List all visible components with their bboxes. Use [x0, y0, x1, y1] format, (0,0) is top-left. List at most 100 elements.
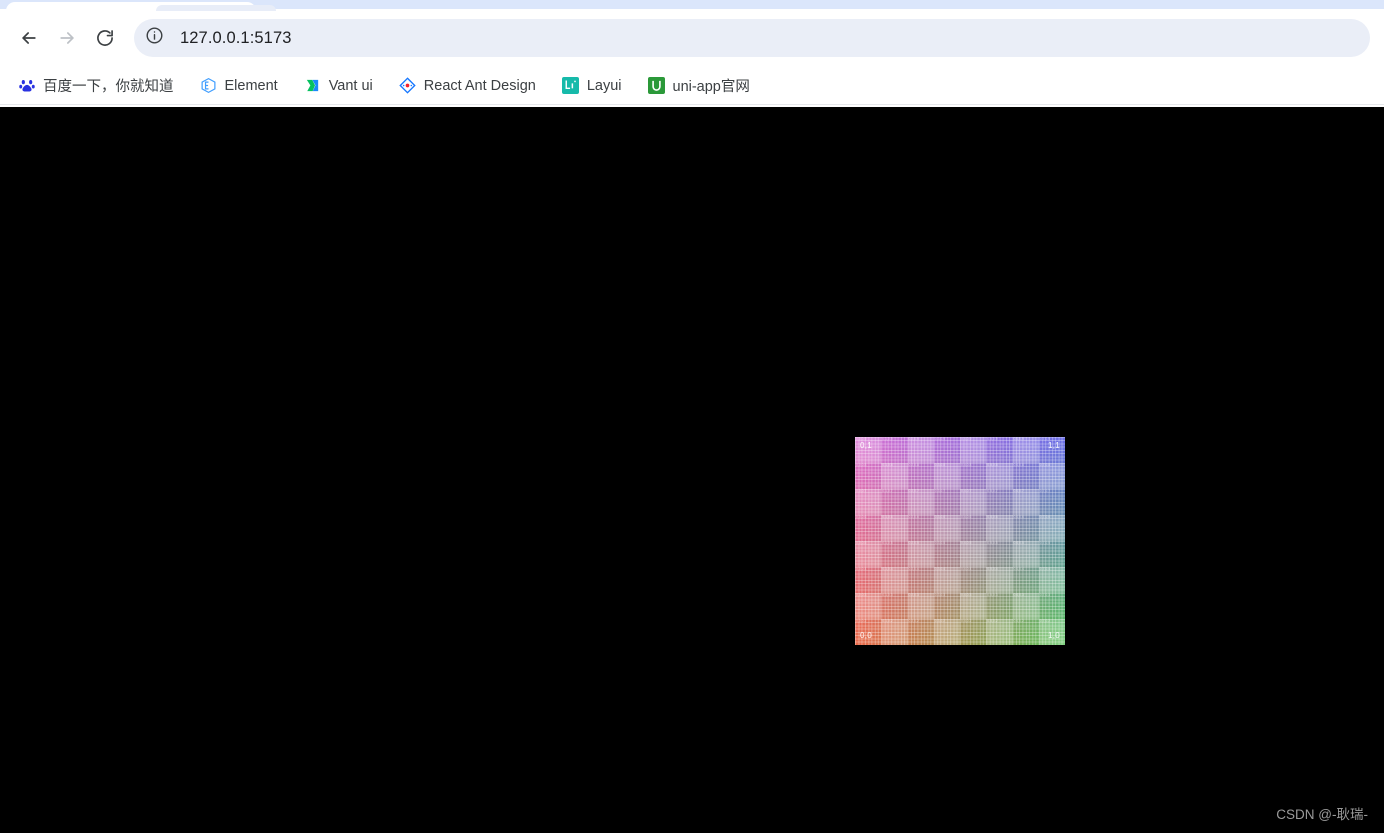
uv-cell-label: 0.5,0.7: [987, 489, 998, 493]
bookmark-element[interactable]: Element: [192, 73, 286, 98]
forward-button[interactable]: [48, 19, 86, 57]
uv-cell-label: 0.1,0.4: [882, 567, 893, 571]
uv-cell-label: 0.0,0.6: [856, 515, 867, 519]
uv-cell-label: 0.5,0.6: [987, 515, 998, 519]
uv-cell-label: 0.6,0.6: [1013, 515, 1024, 519]
uv-corner-label-top-right: 1,1: [1047, 441, 1060, 450]
tab-strip: [0, 0, 1384, 11]
bookmark-label: Layui: [586, 77, 622, 94]
uv-cell-label: 0.2,0.6: [908, 515, 919, 519]
bookmark-label: uni-app官网: [672, 79, 750, 95]
bookmark-baidu[interactable]: 百度一下，你就知道: [10, 71, 182, 100]
uv-cell-label: 0.4,0.3: [961, 593, 972, 597]
uv-cell-label: 0.1,0.9: [882, 437, 893, 441]
bookmark-uni-app[interactable]: uni-app官网: [640, 71, 758, 100]
uv-cell-label: 0.1,0.7: [882, 489, 893, 493]
uv-cell-label: 0.6,0.3: [1013, 593, 1024, 597]
uv-cell-label: 0.0,0.4: [856, 567, 867, 571]
uv-cell-label: 0.0,0.7: [856, 489, 867, 493]
uv-cell-label: 0.6,0.9: [1013, 437, 1024, 441]
element-ui-icon: [200, 77, 217, 94]
uv-cell-label: 0.7,0.4: [1039, 567, 1051, 571]
uv-cell-label: 0.0,0.8: [856, 463, 867, 467]
uv-cell-label: 0.5,0.9: [987, 437, 998, 441]
uv-cell-label: 0.2,0.4: [908, 567, 919, 571]
uv-cell-label: 0.3,0.8: [934, 463, 946, 467]
bookmark-label: 百度一下，你就知道: [43, 79, 174, 95]
uv-cell-label: 0.4,0.7: [961, 489, 972, 493]
forward-arrow-icon: [57, 28, 77, 48]
uv-cell-label: 0.3,0.4: [934, 567, 946, 571]
uv-cell-label: 0.1,0.3: [882, 593, 893, 597]
reload-button[interactable]: [86, 19, 124, 57]
bookmark-vant-ui[interactable]: Vant ui: [296, 73, 381, 98]
uv-cell-label: 0.4,0.8: [961, 463, 972, 467]
uv-cell-label: 0.5,0.5: [987, 541, 998, 545]
bookmark-layui[interactable]: Layui: [554, 73, 630, 98]
site-info-button[interactable]: [140, 24, 168, 52]
bookmark-react-ant-design[interactable]: React Ant Design: [391, 73, 544, 98]
uv-cell-label: 0.7,0.8: [1039, 463, 1051, 467]
url-input[interactable]: 127.0.0.1:5173: [180, 29, 1364, 48]
uv-corner-label-top-left: 0,1: [860, 441, 873, 450]
uv-test-grid-texture: 0.0,0.9 0.1,0.9 0.2,0.9 0.3,0.9 0.4,0.9 0.5,0…: [855, 437, 1065, 645]
uv-cell-label: 0.3,0.6: [934, 515, 946, 519]
page-viewport: 0.0,0.9 0.1,0.9 0.2,0.9 0.3,0.9 0.4,0.9 0.5,0…: [0, 107, 1384, 833]
uv-cell-label: 0.3,0.9: [934, 437, 946, 441]
browser-tab-inactive[interactable]: [156, 5, 276, 11]
uv-cell-label: 0.3,0.7: [934, 489, 946, 493]
uv-cell-label: 0.0,0.5: [856, 541, 867, 545]
uv-cell-label: 0.4,0.6: [961, 515, 972, 519]
uv-cell-label: 0.2,0.3: [908, 593, 919, 597]
reload-icon: [95, 28, 115, 48]
address-bar[interactable]: 127.0.0.1:5173: [134, 19, 1370, 57]
uv-cell-label: 0.2,0.8: [908, 463, 919, 467]
uv-cell-label: 0.5,0.2: [987, 619, 998, 623]
uv-cell-label: 0.6,0.5: [1013, 541, 1024, 545]
uv-cell-label: 0.2,0.2: [908, 619, 919, 623]
back-arrow-icon: [19, 28, 39, 48]
uv-cell-label: 0.3,0.2: [934, 619, 946, 623]
uv-cell-label: 0.3,0.3: [934, 593, 946, 597]
uv-cell-label: 0.6,0.4: [1013, 567, 1024, 571]
bookmarks-bar: 百度一下，你就知道 Element Vant ui React Ant Desi…: [0, 67, 1384, 105]
baidu-icon: [18, 77, 35, 94]
uv-cell-label: 0.2,0.7: [908, 489, 919, 493]
uv-cell-label: 0.4,0.5: [961, 541, 972, 545]
uv-cell-label: 0.1,0.8: [882, 463, 893, 467]
uv-cell-label: 0.5,0.3: [987, 593, 998, 597]
back-button[interactable]: [10, 19, 48, 57]
uv-cell-label: 0.7,0.6: [1039, 515, 1051, 519]
uv-cell-label: 0.4,0.4: [961, 567, 972, 571]
uv-cell-label: 0.2,0.9: [908, 437, 919, 441]
uv-cell-label: 0.7,0.5: [1039, 541, 1051, 545]
react-ant-design-icon: [399, 77, 416, 94]
uv-cell-label: 0.1,0.6: [882, 515, 893, 519]
uv-cell-label: 0.1,0.2: [882, 619, 893, 623]
uv-cell-label: 0.6,0.2: [1013, 619, 1024, 623]
csdn-watermark: CSDN @-耿瑞-: [1276, 807, 1368, 822]
uni-app-icon: [647, 77, 665, 94]
browser-toolbar: 127.0.0.1:5173: [0, 9, 1384, 67]
uv-corner-label-bottom-right: 1,0: [1047, 631, 1060, 640]
uv-cell-label: 0.6,0.7: [1013, 489, 1024, 493]
bookmark-label: React Ant Design: [423, 77, 536, 94]
uv-corner-label-bottom-left: 0,0: [860, 631, 873, 640]
uv-cell-label: 0.2,0.5: [908, 541, 919, 545]
bookmark-label: Element: [224, 77, 278, 94]
uv-cell-label: 0.4,0.9: [961, 437, 972, 441]
uv-cell-label: 0.7,0.7: [1039, 489, 1051, 493]
uv-cell-label: 0.3,0.5: [934, 541, 946, 545]
layui-icon: [561, 77, 579, 94]
uv-cell-label-grid: 0.0,0.9 0.1,0.9 0.2,0.9 0.3,0.9 0.4,0.9 0.5,0…: [855, 437, 1065, 645]
uv-cell-label: 0.7,0.3: [1039, 593, 1051, 597]
uv-cell-label: 0.0,0.3: [856, 593, 867, 597]
uv-cell-label: 0.1,0.5: [882, 541, 893, 545]
vant-ui-icon: [304, 77, 321, 94]
uv-cell-label: 0.6,0.8: [1013, 463, 1024, 467]
uv-cell-label: 0.4,0.2: [961, 619, 972, 623]
browser-window: 127.0.0.1:5173 百度一下，你就知道 Element Vant ui…: [0, 0, 1384, 833]
info-circle-icon: [145, 26, 164, 50]
uv-cell-label: 0.5,0.4: [987, 567, 998, 571]
bookmark-label: Vant ui: [328, 77, 373, 94]
